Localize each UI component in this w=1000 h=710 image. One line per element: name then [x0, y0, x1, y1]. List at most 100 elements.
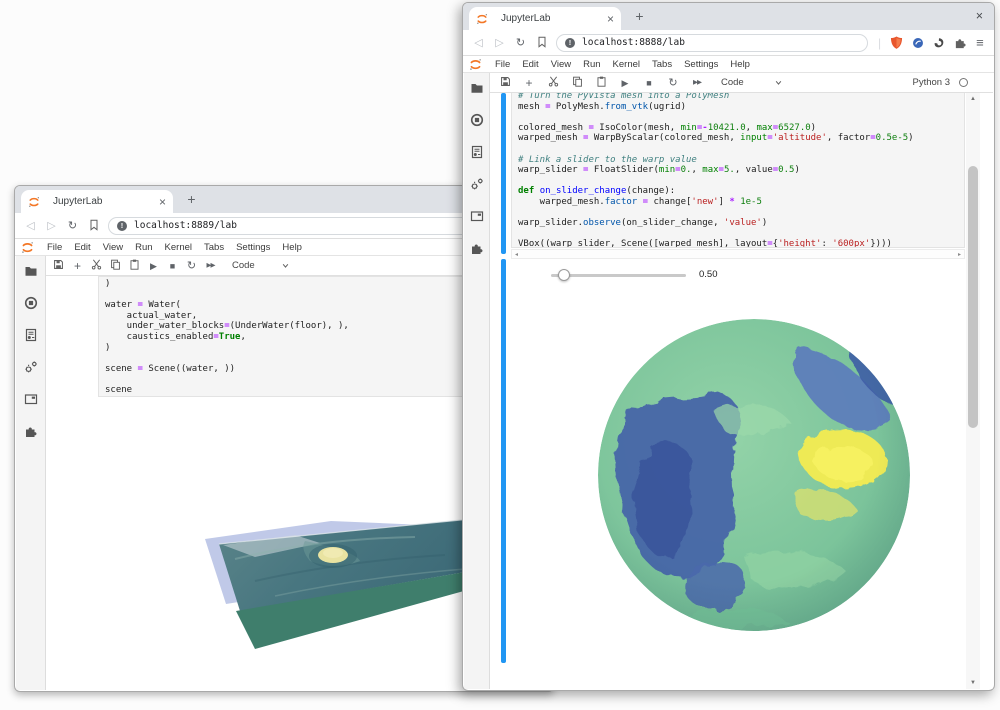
browser-extensions-area: | ≡ [878, 35, 984, 50]
browser-tabstrip: JupyterLab × + × [463, 3, 994, 30]
restart-run-all-button[interactable]: ▶▶ [201, 256, 220, 276]
tabs-panel-icon[interactable] [470, 209, 484, 223]
browser-tab[interactable]: JupyterLab × [21, 190, 173, 213]
stop-kernel-button[interactable]: ■ [637, 73, 661, 93]
back-icon[interactable]: ◁ [20, 219, 41, 232]
menu-item-kernel[interactable]: Kernel [159, 242, 198, 253]
cell-input-collapser[interactable] [501, 93, 506, 254]
gears-icon[interactable] [24, 360, 38, 374]
extension-blue-icon[interactable] [912, 37, 924, 49]
copy-cell-button[interactable] [565, 73, 589, 93]
browser-tab[interactable]: JupyterLab × [469, 7, 621, 30]
copy-cell-button[interactable] [106, 256, 125, 276]
property-inspector-icon[interactable] [470, 145, 484, 159]
scrollbar-thumb[interactable] [968, 166, 978, 428]
window-close-button[interactable]: × [976, 9, 983, 23]
url-bar[interactable]: ! localhost:8888/lab [556, 34, 868, 52]
tabs-panel-icon[interactable] [24, 392, 38, 406]
forward-icon[interactable]: ▷ [41, 219, 62, 232]
extensions-icon[interactable] [24, 424, 38, 438]
back-icon[interactable]: ◁ [468, 36, 489, 49]
menu-item-kernel[interactable]: Kernel [607, 59, 646, 70]
cell-horizontal-scrollbar[interactable]: ◂ ▸ [511, 249, 965, 259]
menu-item-settings[interactable]: Settings [678, 59, 724, 70]
tab-close-icon[interactable]: × [159, 195, 166, 209]
code-cell[interactable]: ) water = Water( actual_water, under_wat… [98, 276, 518, 397]
paste-cell-button[interactable] [125, 256, 144, 276]
separator: | [878, 36, 881, 50]
activity-bar [464, 73, 490, 689]
running-sessions-icon[interactable] [24, 296, 38, 310]
notebook-vertical-scrollbar[interactable]: ▲ ▼ [966, 93, 980, 689]
scroll-up-icon[interactable]: ▲ [966, 96, 980, 102]
restart-run-all-button[interactable]: ▶▶ [685, 73, 709, 93]
code-cell[interactable]: # Turn the PyVista mesh into a PolyMeshm… [511, 93, 965, 248]
menu-item-run[interactable]: Run [129, 242, 158, 253]
jupyterlab-menubar: File Edit View Run Kernel Tabs Settings … [463, 56, 994, 73]
restart-kernel-button[interactable]: ↻ [182, 256, 201, 276]
warp-slider-track[interactable] [551, 274, 686, 277]
restart-kernel-button[interactable]: ↻ [661, 73, 685, 93]
menu-item-view[interactable]: View [545, 59, 577, 70]
bookmark-icon[interactable] [531, 36, 552, 50]
reload-icon[interactable]: ↻ [62, 219, 83, 232]
tab-close-icon[interactable]: × [607, 12, 614, 26]
cell-type-select[interactable]: Code [232, 260, 255, 271]
new-tab-button[interactable]: + [183, 191, 200, 208]
reload-icon[interactable]: ↻ [510, 36, 531, 49]
water-scene-canvas[interactable] [105, 481, 471, 661]
jupyterlab-workspace: + ▶ ■ ↻ ▶▶ Code Python 3 # Turn the PyVi… [464, 73, 993, 689]
notebook-scroll-area[interactable]: # Turn the PyVista mesh into a PolyMeshm… [490, 93, 993, 689]
scroll-down-icon[interactable]: ▼ [966, 680, 980, 686]
cut-cell-button[interactable] [87, 256, 106, 276]
menu-item-run[interactable]: Run [577, 59, 606, 70]
add-cell-button[interactable]: + [68, 256, 87, 276]
cell-output-collapser[interactable] [501, 259, 506, 663]
new-tab-button[interactable]: + [631, 8, 648, 25]
shield-icon[interactable] [890, 36, 903, 49]
kernel-status-icon[interactable] [959, 78, 968, 87]
property-inspector-icon[interactable] [24, 328, 38, 342]
stop-kernel-button[interactable]: ■ [163, 256, 182, 276]
menu-item-help[interactable]: Help [724, 59, 756, 70]
menu-item-edit[interactable]: Edit [516, 59, 544, 70]
menu-item-file[interactable]: File [489, 59, 516, 70]
menu-item-tabs[interactable]: Tabs [646, 59, 678, 70]
bookmark-icon[interactable] [83, 219, 104, 233]
menu-item-edit[interactable]: Edit [68, 242, 96, 253]
add-cell-button[interactable]: + [517, 73, 541, 93]
running-sessions-icon[interactable] [470, 113, 484, 127]
paste-cell-button[interactable] [589, 73, 613, 93]
menu-item-settings[interactable]: Settings [230, 242, 276, 253]
browser-menu-icon[interactable]: ≡ [976, 35, 984, 50]
kernel-name[interactable]: Python 3 [913, 77, 951, 88]
chevron-down-icon[interactable] [773, 77, 784, 88]
url-text: localhost:8889/lab [134, 220, 237, 231]
cell-type-select[interactable]: Code [721, 77, 744, 88]
extensions-icon[interactable] [470, 241, 484, 255]
cut-cell-button[interactable] [541, 73, 565, 93]
notebook-panel: + ▶ ■ ↻ ▶▶ Code Python 3 # Turn the PyVi… [490, 73, 993, 689]
warp-slider-handle[interactable] [558, 269, 570, 281]
run-cell-button[interactable]: ▶ [613, 73, 637, 93]
site-info-icon[interactable]: ! [565, 38, 575, 48]
file-browser-icon[interactable] [470, 81, 484, 95]
extension-dark-icon[interactable] [933, 37, 945, 49]
file-browser-icon[interactable] [24, 264, 38, 278]
scroll-right-icon[interactable]: ▸ [958, 251, 961, 258]
globe-scene-canvas[interactable] [594, 317, 914, 635]
menu-item-view[interactable]: View [97, 242, 129, 253]
menu-item-help[interactable]: Help [276, 242, 308, 253]
save-button[interactable] [49, 256, 68, 276]
run-cell-button[interactable]: ▶ [144, 256, 163, 276]
extensions-puzzle-icon[interactable] [954, 36, 967, 49]
site-info-icon[interactable]: ! [117, 221, 127, 231]
scroll-left-icon[interactable]: ◂ [515, 251, 518, 258]
menu-item-tabs[interactable]: Tabs [198, 242, 230, 253]
menu-item-file[interactable]: File [41, 242, 68, 253]
browser-navbar: ◁ ▷ ↻ ! localhost:8888/lab | ≡ [463, 30, 994, 56]
forward-icon[interactable]: ▷ [489, 36, 510, 49]
chevron-down-icon[interactable] [280, 260, 291, 271]
save-button[interactable] [493, 73, 517, 93]
gears-icon[interactable] [470, 177, 484, 191]
